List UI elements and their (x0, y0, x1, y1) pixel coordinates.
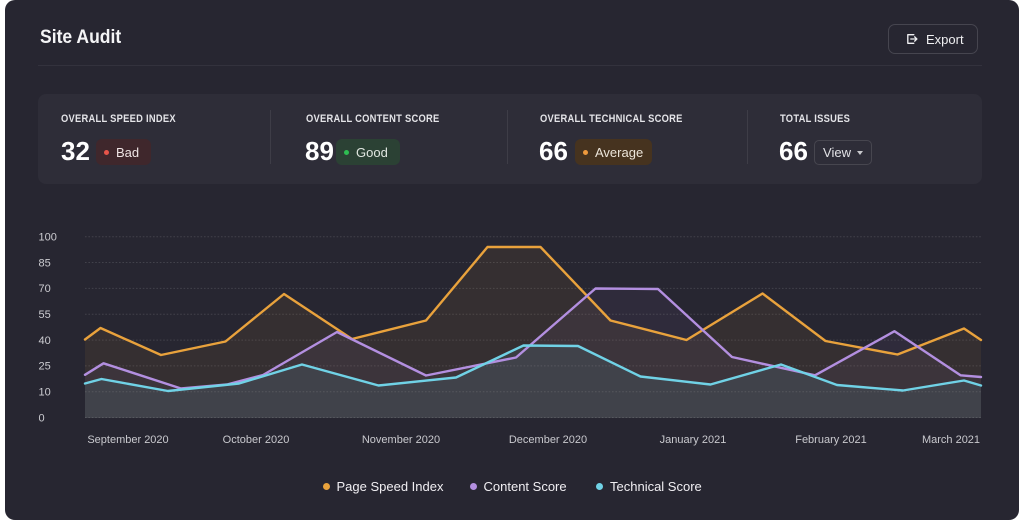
svg-text:March 2021: March 2021 (922, 434, 980, 446)
svg-text:10: 10 (39, 387, 51, 399)
svg-text:40: 40 (39, 335, 51, 347)
svg-text:February 2021: February 2021 (795, 434, 867, 446)
svg-text:100: 100 (39, 232, 57, 244)
svg-text:December 2020: December 2020 (509, 434, 587, 446)
svg-text:85: 85 (39, 257, 51, 269)
svg-text:January 2021: January 2021 (660, 434, 727, 446)
svg-text:October 2020: October 2020 (223, 434, 290, 446)
svg-text:25: 25 (39, 361, 51, 373)
svg-text:September 2020: September 2020 (87, 434, 168, 446)
svg-text:55: 55 (39, 309, 51, 321)
svg-text:70: 70 (39, 283, 51, 295)
svg-text:November 2020: November 2020 (362, 434, 440, 446)
svg-text:0: 0 (39, 412, 45, 424)
